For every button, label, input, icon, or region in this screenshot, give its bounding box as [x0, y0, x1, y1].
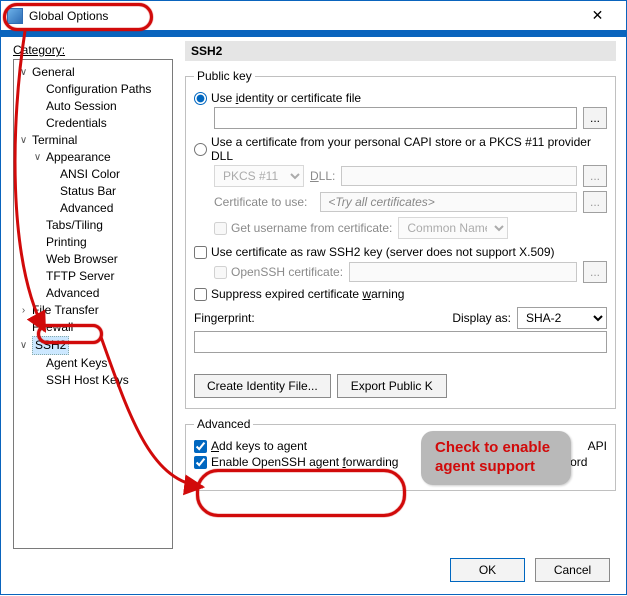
add-keys-checkbox-input[interactable] [194, 440, 207, 453]
suppress-warning-checkbox-input[interactable] [194, 288, 207, 301]
browse-identity-button[interactable]: ... [583, 107, 607, 129]
tree-item-agent-keys[interactable]: Agent Keys [46, 355, 107, 372]
tree-item-firewall[interactable]: Firewall [32, 319, 73, 336]
tree-item-ansi-color[interactable]: ANSI Color [60, 166, 120, 183]
tree-item-ssh2[interactable]: SSH2 [32, 336, 69, 355]
chevron-right-icon[interactable]: › [18, 302, 29, 319]
tree-item-tabs[interactable]: Tabs/Tiling [46, 217, 103, 234]
openssh-cert-checkbox-input[interactable] [214, 266, 227, 279]
tree-item-credentials[interactable]: Credentials [46, 115, 107, 132]
browse-dll-button[interactable]: ... [583, 165, 607, 187]
cache-password-checkbox-input[interactable] [437, 456, 450, 469]
tree-item-term-advanced[interactable]: Advanced [46, 285, 99, 302]
tree-item-appearance[interactable]: Appearance [46, 149, 111, 166]
panel-heading: SSH2 [185, 41, 616, 61]
close-button[interactable]: ✕ [575, 1, 620, 31]
suppress-warning-checkbox[interactable]: Suppress expired certificate warning [194, 287, 404, 301]
dll-input[interactable] [341, 166, 577, 186]
openssh-cert-input[interactable] [349, 262, 577, 282]
tree-item-web-browser[interactable]: Web Browser [46, 251, 118, 268]
enable-forwarding-checkbox-input[interactable] [194, 456, 207, 469]
chevron-down-icon[interactable]: ∨ [18, 64, 29, 81]
tree-item-tftp[interactable]: TFTP Server [46, 268, 114, 285]
tree-item-advanced[interactable]: Advanced [60, 200, 113, 217]
browse-openssh-cert-button[interactable]: ... [583, 261, 607, 283]
tree-item-host-keys[interactable]: SSH Host Keys [46, 372, 129, 389]
category-tree[interactable]: ∨General ∨Configuration Paths ∨Auto Sess… [13, 59, 173, 549]
dll-label: DLL: [310, 169, 335, 183]
chevron-down-icon[interactable]: ∨ [32, 149, 43, 166]
use-identity-radio-input[interactable] [194, 92, 207, 105]
use-capi-radio-input[interactable] [194, 143, 207, 156]
export-public-key-button[interactable]: Export Public K [337, 374, 447, 398]
tree-item-auto-session[interactable]: Auto Session [46, 98, 117, 115]
fingerprint-label: Fingerprint: [194, 311, 274, 325]
get-username-checkbox-input[interactable] [214, 222, 227, 235]
category-label: Category: [13, 43, 65, 57]
tree-item-printing[interactable]: Printing [46, 234, 87, 251]
cancel-button[interactable]: Cancel [535, 558, 610, 582]
capi-fragment-label: API [588, 439, 607, 453]
chevron-down-icon[interactable]: ∨ [18, 132, 29, 149]
enable-forwarding-checkbox[interactable]: Enable OpenSSH agent forwarding [194, 455, 398, 469]
window-title: Global Options [29, 9, 575, 23]
chevron-down-icon[interactable]: ∨ [18, 337, 29, 354]
tree-item-status-bar[interactable]: Status Bar [60, 183, 116, 200]
titlebar: Global Options ✕ [1, 1, 626, 31]
public-key-group: Public key Use identity or certificate f… [185, 69, 616, 409]
use-identity-radio[interactable]: Use identity or certificate file [194, 91, 361, 105]
public-key-legend: Public key [194, 69, 255, 83]
cert-to-use-input[interactable] [320, 192, 577, 212]
ok-button[interactable]: OK [450, 558, 525, 582]
display-as-label: Display as: [452, 311, 511, 325]
common-name-select[interactable]: Common Name [398, 217, 508, 239]
fingerprint-input[interactable] [194, 331, 607, 353]
identity-file-input[interactable] [214, 107, 577, 129]
cache-password-checkbox[interactable]: Cache session password [437, 455, 587, 469]
get-username-checkbox[interactable]: Get username from certificate: [214, 221, 392, 235]
display-as-select[interactable]: SHA-2 [517, 307, 607, 329]
create-identity-button[interactable]: Create Identity File... [194, 374, 331, 398]
cert-to-use-label: Certificate to use: [214, 195, 314, 209]
use-raw-checkbox-input[interactable] [194, 246, 207, 259]
advanced-group: Advanced Add keys to agent Enable OpenSS… [185, 417, 616, 491]
tree-item-file-transfer[interactable]: File Transfer [32, 302, 99, 319]
add-keys-checkbox[interactable]: Add keys to agent [194, 439, 307, 453]
pkcs11-select[interactable]: PKCS #11 [214, 165, 304, 187]
dialog-footer: OK Cancel [1, 546, 626, 594]
tree-item-general[interactable]: General [32, 64, 75, 81]
tree-item-config-paths[interactable]: Configuration Paths [46, 81, 151, 98]
advanced-legend: Advanced [194, 417, 253, 431]
tree-item-terminal[interactable]: Terminal [32, 132, 77, 149]
use-capi-radio[interactable]: Use a certificate from your personal CAP… [194, 135, 607, 163]
use-raw-checkbox[interactable]: Use certificate as raw SSH2 key (server … [194, 245, 554, 259]
browse-cert-button[interactable]: ... [583, 191, 607, 213]
openssh-cert-checkbox[interactable]: OpenSSH certificate: [214, 265, 343, 279]
app-icon [7, 8, 23, 24]
